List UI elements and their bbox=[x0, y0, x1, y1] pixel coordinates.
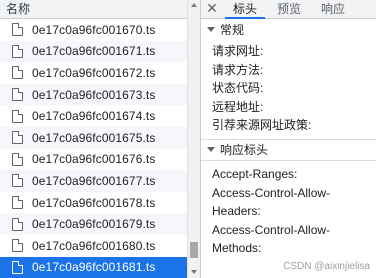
list-item[interactable]: 0e17c0a96fc001674.ts bbox=[0, 105, 187, 127]
file-name: 0e17c0a96fc001680.ts bbox=[32, 238, 156, 253]
list-item[interactable]: 0e17c0a96fc001670.ts bbox=[0, 19, 187, 41]
list-item[interactable]: 0e17c0a96fc001675.ts bbox=[0, 126, 187, 149]
network-request-list: 名称 0e17c0a96fc001670.ts 0e17c0a96fc001671… bbox=[0, 0, 200, 278]
file-name: 0e17c0a96fc001672.ts bbox=[32, 65, 156, 80]
list-item[interactable]: 0e17c0a96fc001680.ts bbox=[0, 235, 187, 257]
request-detail-panel: ✕ 标头 预览 响应 常规 请求网址: 请求方法: 状态代码: 远程地址: 引荐… bbox=[200, 0, 376, 278]
tab-preview[interactable]: 预览 bbox=[267, 0, 311, 18]
detail-tab-bar: ✕ 标头 预览 响应 bbox=[201, 0, 376, 19]
file-icon bbox=[12, 174, 23, 188]
expand-triangle-icon bbox=[207, 147, 215, 153]
file-icon bbox=[12, 23, 23, 37]
field-request-url: 请求网址: bbox=[212, 44, 264, 58]
field-remote-address: 远程地址: bbox=[212, 99, 264, 114]
header-line: Accept-Ranges: bbox=[212, 166, 298, 181]
response-headers-title: 响应标头 bbox=[220, 143, 269, 158]
tab-response[interactable]: 响应 bbox=[311, 0, 355, 18]
general-section-header[interactable]: 常规 bbox=[201, 19, 376, 39]
field-referrer-policy: 引荐来源网址政策: bbox=[212, 118, 312, 133]
list-item[interactable]: 0e17c0a96fc001671.ts bbox=[0, 40, 187, 63]
list-item[interactable]: 0e17c0a96fc001681.ts bbox=[0, 256, 187, 278]
file-name: 0e17c0a96fc001677.ts bbox=[32, 173, 156, 188]
file-icon bbox=[12, 196, 23, 210]
tab-headers[interactable]: 标头 bbox=[223, 0, 267, 19]
file-icon bbox=[12, 88, 23, 102]
field-request-method: 请求方法: bbox=[212, 62, 264, 77]
file-icon bbox=[12, 217, 23, 231]
file-icon bbox=[12, 260, 23, 274]
header-line: Headers: bbox=[212, 204, 261, 219]
list-item[interactable]: 0e17c0a96fc001676.ts bbox=[0, 149, 187, 171]
response-header-lines: Accept-Ranges: Access-Control-Allow- Hea… bbox=[201, 161, 376, 258]
scroll-thumb[interactable] bbox=[190, 242, 198, 258]
file-icon bbox=[12, 239, 23, 253]
list-item[interactable]: 0e17c0a96fc001673.ts bbox=[0, 83, 187, 106]
file-name: 0e17c0a96fc001676.ts bbox=[32, 152, 156, 167]
file-name: 0e17c0a96fc001679.ts bbox=[32, 217, 156, 232]
header-line: Access-Control-Allow- bbox=[212, 185, 331, 200]
close-icon[interactable]: ✕ bbox=[201, 0, 223, 18]
general-section-title: 常规 bbox=[220, 22, 245, 37]
scroll-up-arrow-icon[interactable] bbox=[191, 3, 197, 7]
field-status-code: 状态代码: bbox=[212, 81, 264, 96]
file-icon bbox=[12, 44, 23, 58]
list-item[interactable]: 0e17c0a96fc001679.ts bbox=[0, 213, 187, 235]
file-icon bbox=[12, 131, 23, 145]
list-scrollbar[interactable] bbox=[187, 0, 200, 278]
header-line: Access-Control-Allow- bbox=[212, 222, 331, 237]
file-name: 0e17c0a96fc001678.ts bbox=[32, 195, 156, 210]
file-icon bbox=[12, 152, 23, 166]
list-item[interactable]: 0e17c0a96fc001678.ts bbox=[0, 192, 187, 214]
list-item[interactable]: 0e17c0a96fc001672.ts bbox=[0, 62, 187, 84]
response-headers-section-header[interactable]: 响应标头 bbox=[201, 139, 376, 160]
header-line: Methods: bbox=[212, 241, 262, 256]
expand-triangle-icon bbox=[207, 26, 215, 32]
list-item[interactable]: 0e17c0a96fc001677.ts bbox=[0, 170, 187, 192]
watermark: CSDN @aixinjielisa bbox=[283, 261, 370, 272]
file-name: 0e17c0a96fc001670.ts bbox=[32, 22, 156, 37]
name-column-header[interactable]: 名称 bbox=[0, 0, 187, 19]
file-name: 0e17c0a96fc001675.ts bbox=[32, 130, 156, 145]
scroll-down-arrow-icon[interactable] bbox=[191, 270, 197, 274]
file-name: 0e17c0a96fc001671.ts bbox=[32, 44, 156, 59]
file-icon bbox=[12, 109, 23, 123]
request-rows: 0e17c0a96fc001670.ts 0e17c0a96fc001671.ts… bbox=[0, 19, 187, 278]
file-name: 0e17c0a96fc001673.ts bbox=[32, 87, 156, 102]
file-name: 0e17c0a96fc001674.ts bbox=[32, 109, 156, 124]
general-fields: 请求网址: 请求方法: 状态代码: 远程地址: 引荐来源网址政策: bbox=[201, 39, 376, 139]
file-icon bbox=[12, 66, 23, 80]
file-name: 0e17c0a96fc001681.ts bbox=[32, 260, 156, 275]
